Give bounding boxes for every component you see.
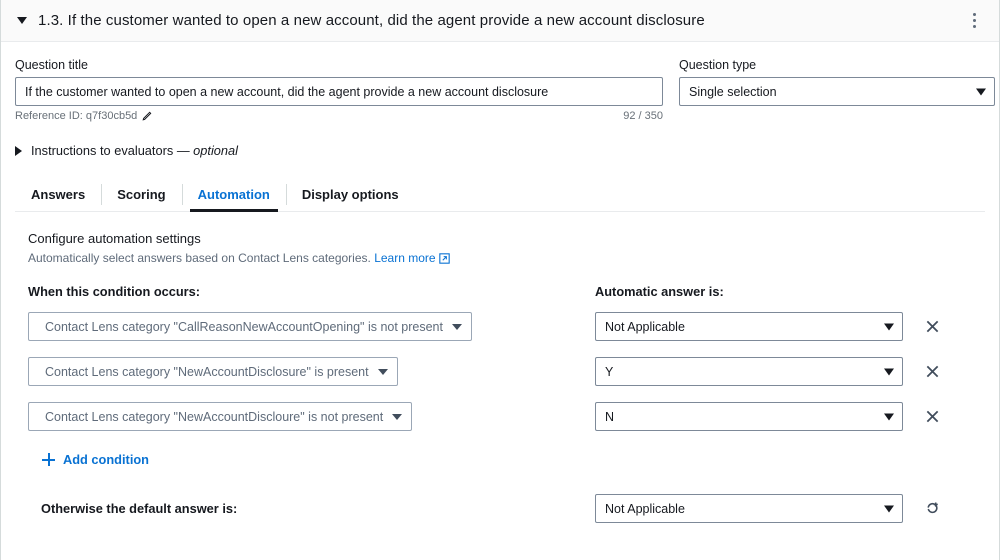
answer-row: N <box>595 402 985 447</box>
question-meta-row: Reference ID: q7f30cb5d 92 / 350 <box>15 110 663 122</box>
answers-column-header: Automatic answer is: <box>595 284 724 299</box>
chevron-down-icon <box>392 413 403 420</box>
reference-id-text: Reference ID: q7f30cb5d <box>15 110 138 122</box>
plus-icon <box>42 453 55 466</box>
add-condition-button[interactable]: Add condition <box>28 452 149 467</box>
instructions-label-text: Instructions to evaluators — <box>31 143 194 158</box>
chevron-down-icon <box>452 323 462 330</box>
answer-select-1[interactable]: Not Applicable <box>595 312 903 341</box>
tab-scoring[interactable]: Scoring <box>101 178 181 211</box>
condition-value-1: Contact Lens category "CallReasonNewAcco… <box>45 319 443 334</box>
instructions-expander[interactable]: Instructions to evaluators — optional <box>15 143 238 158</box>
chevron-down-icon <box>884 413 894 420</box>
question-type-label: Question type <box>679 58 757 72</box>
answer-select-3[interactable]: N <box>595 402 903 431</box>
automation-section-subtitle: Automatically select answers based on Co… <box>28 251 985 265</box>
default-answer-row: Otherwise the default answer is: Not App… <box>28 494 985 523</box>
condition-select-2[interactable]: Contact Lens category "NewAccountDisclos… <box>28 357 398 386</box>
automation-section-title: Configure automation settings <box>28 231 201 246</box>
default-answer-select[interactable]: Not Applicable <box>595 494 903 523</box>
chevron-down-icon <box>377 368 388 375</box>
automation-panel: Configure automation settings Automatica… <box>15 212 985 523</box>
default-answer-label: Otherwise the default answer is: <box>41 501 238 516</box>
caret-down-icon[interactable] <box>17 17 27 24</box>
automation-columns: When this condition occurs: Contact Lens… <box>28 284 985 467</box>
condition-value-3: Contact Lens category "NewAccountDisclou… <box>45 409 384 424</box>
condition-select-3[interactable]: Contact Lens category "NewAccountDisclou… <box>28 402 413 431</box>
reference-id: Reference ID: q7f30cb5d <box>15 110 152 122</box>
question-fields-row: Question title If the customer wanted to… <box>15 58 995 106</box>
condition-row: Contact Lens category "CallReasonNewAcco… <box>28 312 595 357</box>
condition-row: Contact Lens category "NewAccountDisclos… <box>28 357 595 402</box>
condition-value-2: Contact Lens category "NewAccountDisclos… <box>45 364 369 379</box>
answer-row: Y <box>595 357 985 402</box>
answer-value-2: Y <box>605 364 614 379</box>
character-counter: 92 / 350 <box>623 110 663 122</box>
remove-condition-button-3[interactable] <box>917 402 947 431</box>
page-title: 1.3. If the customer wanted to open a ne… <box>38 12 705 29</box>
pencil-icon[interactable] <box>141 111 152 122</box>
learn-more-link[interactable]: Learn more <box>374 251 435 265</box>
question-type-group: Question type Single selection <box>679 58 995 106</box>
instructions-label: Instructions to evaluators — optional <box>31 143 238 158</box>
answer-row: Not Applicable <box>595 312 985 357</box>
kebab-menu-icon[interactable] <box>963 8 985 34</box>
close-icon <box>926 320 938 333</box>
answers-column: Automatic answer is: Not Applicable Y N <box>595 284 985 467</box>
question-type-value: Single selection <box>689 84 777 99</box>
question-title-group: Question title If the customer wanted to… <box>15 58 663 106</box>
tab-bar: Answers Scoring Automation Display optio… <box>15 178 985 212</box>
chevron-down-icon <box>976 88 986 95</box>
redo-icon <box>926 502 938 514</box>
external-link-icon[interactable] <box>438 253 450 264</box>
question-card: 1.3. If the customer wanted to open a ne… <box>0 0 1000 560</box>
question-type-select[interactable]: Single selection <box>679 77 995 106</box>
answer-value-3: N <box>605 409 615 424</box>
close-icon <box>926 410 938 423</box>
card-header: 1.3. If the customer wanted to open a ne… <box>1 0 999 42</box>
question-title-input[interactable]: If the customer wanted to open a new acc… <box>15 77 663 106</box>
conditions-column-header: When this condition occurs: <box>28 284 201 299</box>
default-answer-value: Not Applicable <box>605 501 685 516</box>
question-title-label: Question title <box>15 58 88 72</box>
reset-default-answer-button[interactable] <box>917 494 947 523</box>
chevron-down-icon <box>884 505 894 512</box>
condition-select-1[interactable]: Contact Lens category "CallReasonNewAcco… <box>28 312 472 341</box>
add-condition-label: Add condition <box>63 452 150 467</box>
automation-subtitle-text: Automatically select answers based on Co… <box>28 251 375 265</box>
instructions-optional: optional <box>193 143 238 158</box>
close-icon <box>926 365 938 378</box>
chevron-down-icon <box>884 323 894 330</box>
answer-value-1: Not Applicable <box>605 319 685 334</box>
tab-answers[interactable]: Answers <box>15 178 101 211</box>
answer-select-2[interactable]: Y <box>595 357 903 386</box>
remove-condition-button-2[interactable] <box>917 357 947 386</box>
card-body: Question title If the customer wanted to… <box>1 42 999 523</box>
conditions-column: When this condition occurs: Contact Lens… <box>28 284 595 467</box>
tab-automation[interactable]: Automation <box>181 178 286 212</box>
chevron-down-icon <box>884 368 894 375</box>
remove-condition-button-1[interactable] <box>917 312 947 341</box>
tab-display-options[interactable]: Display options <box>285 178 415 211</box>
caret-right-icon <box>15 145 22 156</box>
condition-row: Contact Lens category "NewAccountDisclou… <box>28 402 595 447</box>
